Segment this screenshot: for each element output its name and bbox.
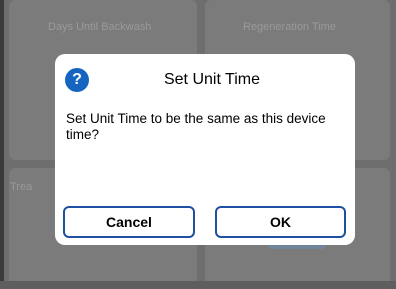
- cancel-button[interactable]: Cancel: [63, 206, 195, 238]
- background-edge: [0, 0, 4, 289]
- screen: Days Until Backwash Regeneration Time Tr…: [0, 0, 396, 289]
- set-unit-time-dialog: ? Set Unit Time Set Unit Time to be the …: [55, 54, 355, 245]
- ok-button[interactable]: OK: [215, 206, 346, 238]
- background-bottom-bar: [0, 281, 396, 289]
- background-label-days-until-backwash: Days Until Backwash: [48, 21, 152, 33]
- background-label-treated: Trea: [10, 181, 33, 193]
- background-label-regeneration-time: Regeneration Time: [243, 21, 336, 33]
- dialog-title: Set Unit Time: [163, 71, 261, 88]
- dialog-message: Set Unit Time to be the same as this dev…: [66, 111, 326, 142]
